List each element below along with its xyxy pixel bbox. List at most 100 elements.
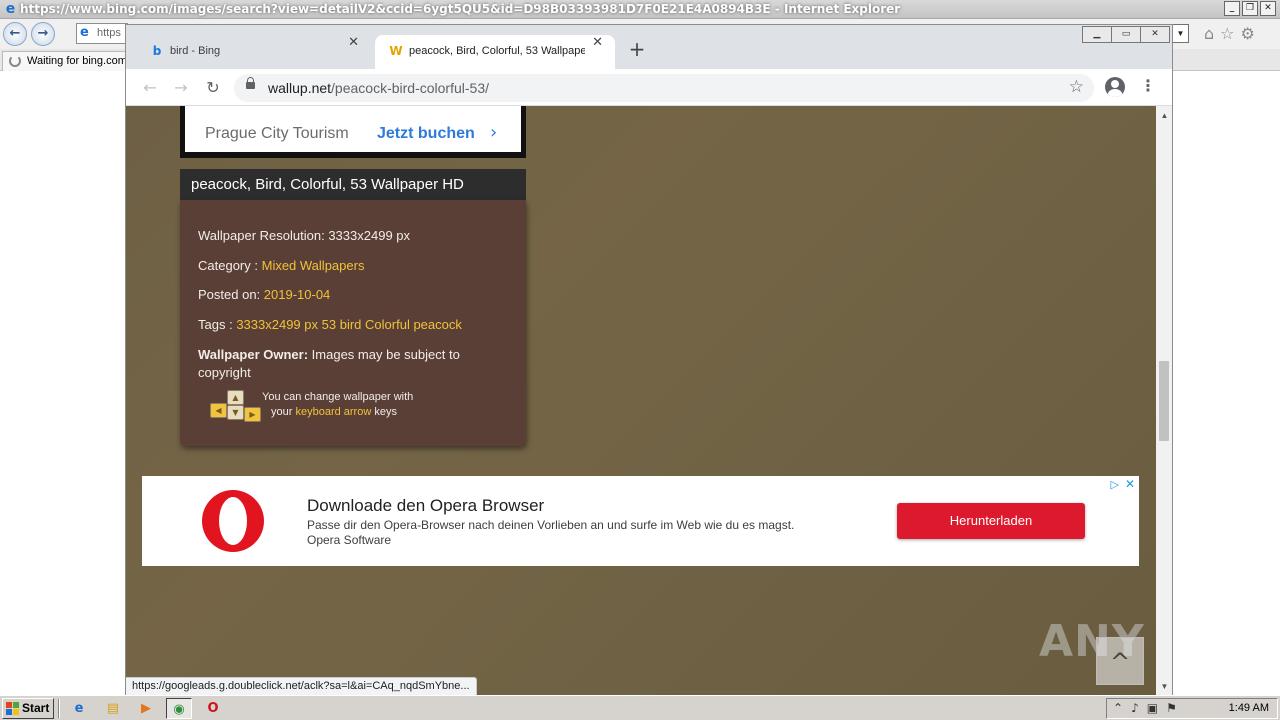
profile-avatar-icon[interactable] xyxy=(1105,77,1125,97)
key-left: ◀ xyxy=(210,403,227,418)
kb-keys: keys xyxy=(374,406,397,418)
tab-close-icon[interactable]: ✕ xyxy=(592,35,603,50)
chrome-taskbar-icon[interactable]: ◉ xyxy=(166,698,192,719)
ie-page-icon: e xyxy=(80,25,89,40)
category-link[interactable]: Mixed Wallpapers xyxy=(262,258,365,273)
taskbar: Start e ▤ ▶ ◉ O ⌃ ♪ ▣ ⚑ 1:49 AM xyxy=(0,695,1280,720)
gear-icon[interactable]: ⚙ xyxy=(1241,24,1255,43)
volume-icon[interactable]: ♪ xyxy=(1131,701,1139,715)
adchoices-icon[interactable]: ▷ xyxy=(1111,478,1119,491)
wallpaper-info-panel: Wallpaper Resolution: 3333x2499 px Categ… xyxy=(180,200,526,446)
favorites-star-icon[interactable]: ☆ xyxy=(1220,24,1234,43)
tab-close-icon[interactable]: ✕ xyxy=(348,35,359,50)
close-button[interactable]: ✕ xyxy=(1260,1,1276,16)
ie-tab-loading[interactable]: Waiting for bing.com xyxy=(2,51,127,71)
internet-explorer-icon[interactable]: e xyxy=(66,698,92,719)
url-host: wallup.net xyxy=(268,80,332,96)
restore-button[interactable]: ❐ xyxy=(1242,1,1258,16)
ie-icon: e xyxy=(5,1,16,17)
kb-line2: your keyboard arrow keys xyxy=(262,405,413,420)
posted-label: Posted on: xyxy=(198,287,261,302)
ie-toolbar-icons: ⌂ ☆ ⚙ xyxy=(1204,24,1255,43)
scroll-down-arrow-icon[interactable]: ▼ xyxy=(1156,679,1172,695)
windows-logo-icon xyxy=(6,702,19,715)
restore-button[interactable]: ▭ xyxy=(1111,26,1141,43)
opera-ad-description: Passe dir den Opera-Browser nach deinen … xyxy=(307,518,795,532)
tab-label: peacock, Bird, Colorful, 53 Wallpaper xyxy=(409,45,585,57)
opera-banner-ad[interactable]: Downloade den Opera Browser Passe dir de… xyxy=(142,476,1139,566)
tag-link[interactable]: 3333x2499 px xyxy=(236,317,318,332)
ad-cta-link[interactable]: Jetzt buchen xyxy=(377,125,475,143)
kb-your: your xyxy=(271,406,293,418)
ie-window-controls: _ ❐ ✕ xyxy=(1224,1,1276,16)
chrome-window: b bird - Bing ✕ W peacock, Bird, Colorfu… xyxy=(125,24,1173,696)
clock[interactable]: 1:49 AM xyxy=(1229,702,1269,714)
kb-line1: You can change wallpaper with xyxy=(262,391,414,403)
network-icon[interactable]: ▣ xyxy=(1147,701,1158,715)
start-button[interactable]: Start xyxy=(2,698,54,719)
bookmark-star-icon[interactable]: ☆ xyxy=(1069,77,1084,97)
opera-ad-title[interactable]: Downloade den Opera Browser xyxy=(307,496,544,516)
owner-row: Wallpaper Owner: Images may be subject t… xyxy=(198,346,498,382)
ad-close-icon[interactable]: ✕ xyxy=(1125,477,1135,491)
url-path: /peacock-bird-colorful-53/ xyxy=(331,80,490,96)
ie-forward-button[interactable]: → xyxy=(31,22,55,46)
tab-bird-bing[interactable]: b bird - Bing ✕ xyxy=(136,35,371,69)
scroll-to-top-button[interactable]: ^ xyxy=(1096,637,1144,685)
owner-label: Wallpaper Owner: xyxy=(198,347,309,362)
city-tourism-ad[interactable]: Prague City Tourism Jetzt buchen › xyxy=(180,106,526,158)
tag-link[interactable]: bird xyxy=(340,317,362,332)
resolution-label: Wallpaper Resolution: xyxy=(198,228,325,243)
ie-address-dropdown[interactable]: ▼ xyxy=(1172,24,1189,43)
tray-icons: ⌃ ♪ ▣ ⚑ xyxy=(1113,701,1177,715)
minimize-button[interactable]: _ xyxy=(1224,1,1240,16)
tag-link[interactable]: Colorful xyxy=(365,317,410,332)
key-up: ▲ xyxy=(227,390,244,405)
kb-keyword: keyboard arrow xyxy=(295,406,372,418)
ie-address-bar[interactable]: e https xyxy=(76,23,128,44)
download-button[interactable]: Herunterladen xyxy=(897,503,1085,539)
home-icon[interactable]: ⌂ xyxy=(1204,24,1214,43)
tag-link[interactable]: 53 xyxy=(322,317,336,332)
loading-spinner-icon xyxy=(9,55,21,67)
minimize-button[interactable]: ▁ xyxy=(1082,26,1112,43)
chrome-tab-strip: b bird - Bing ✕ W peacock, Bird, Colorfu… xyxy=(126,25,1172,69)
chevron-right-icon[interactable]: › xyxy=(490,122,497,143)
chrome-toolbar: ← → ↻ wallup.net/peacock-bird-colorful-5… xyxy=(126,69,1172,106)
start-label: Start xyxy=(22,701,50,715)
forward-arrow-icon[interactable]: → xyxy=(169,76,193,100)
tab-peacock-wallpaper[interactable]: W peacock, Bird, Colorful, 53 Wallpaper … xyxy=(375,35,615,69)
new-tab-button[interactable]: + xyxy=(626,39,648,61)
back-arrow-icon[interactable]: ← xyxy=(138,76,162,100)
ad-inner: Prague City Tourism Jetzt buchen › xyxy=(185,106,521,152)
scrollbar-thumb[interactable] xyxy=(1159,361,1169,441)
more-menu-icon[interactable]: ⋮ xyxy=(1140,76,1156,95)
resolution-row: Wallpaper Resolution: 3333x2499 px xyxy=(198,228,410,243)
opera-taskbar-icon[interactable]: O xyxy=(200,698,226,719)
address-bar[interactable]: wallup.net/peacock-bird-colorful-53/ ☆ xyxy=(234,74,1094,102)
tags-row: Tags : 3333x2499 px 53 bird Colorful pea… xyxy=(198,317,462,332)
reload-icon[interactable]: ↻ xyxy=(201,76,225,100)
ie-window-title: https://www.bing.com/images/search?view=… xyxy=(20,2,901,16)
keyboard-arrows-icon: ▲ ◀ ▼ ▶ xyxy=(210,390,262,426)
ie-back-button[interactable]: ← xyxy=(3,22,27,46)
scroll-up-arrow-icon[interactable]: ▲ xyxy=(1156,108,1172,124)
category-row: Category : Mixed Wallpapers xyxy=(198,258,364,273)
media-player-icon[interactable]: ▶ xyxy=(133,698,159,719)
vertical-scrollbar[interactable]: ▲ ▼ xyxy=(1156,106,1172,695)
tags-label: Tags : xyxy=(198,317,233,332)
opera-ad-brand: Opera Software xyxy=(307,533,392,547)
wallpaper-title: peacock, Bird, Colorful, 53 Wallpaper HD xyxy=(180,169,526,200)
posted-date-link[interactable]: 2019-10-04 xyxy=(264,287,331,302)
ie-title-bar: e https://www.bing.com/images/search?vie… xyxy=(0,0,1280,19)
action-center-flag-icon[interactable]: ⚑ xyxy=(1166,701,1177,715)
keyboard-hint: ▲ ◀ ▼ ▶ You can change wallpaper with yo… xyxy=(210,390,510,430)
ad-brand: Prague City Tourism xyxy=(205,125,349,142)
close-button[interactable]: ✕ xyxy=(1140,26,1170,43)
tray-expand-icon[interactable]: ⌃ xyxy=(1113,701,1123,715)
wallup-favicon-icon: W xyxy=(389,44,403,58)
tag-link[interactable]: peacock xyxy=(413,317,461,332)
file-explorer-icon[interactable]: ▤ xyxy=(100,698,126,719)
link-status-bubble: https://googleads.g.doubleclick.net/aclk… xyxy=(126,677,477,695)
opera-logo-icon xyxy=(202,490,264,552)
